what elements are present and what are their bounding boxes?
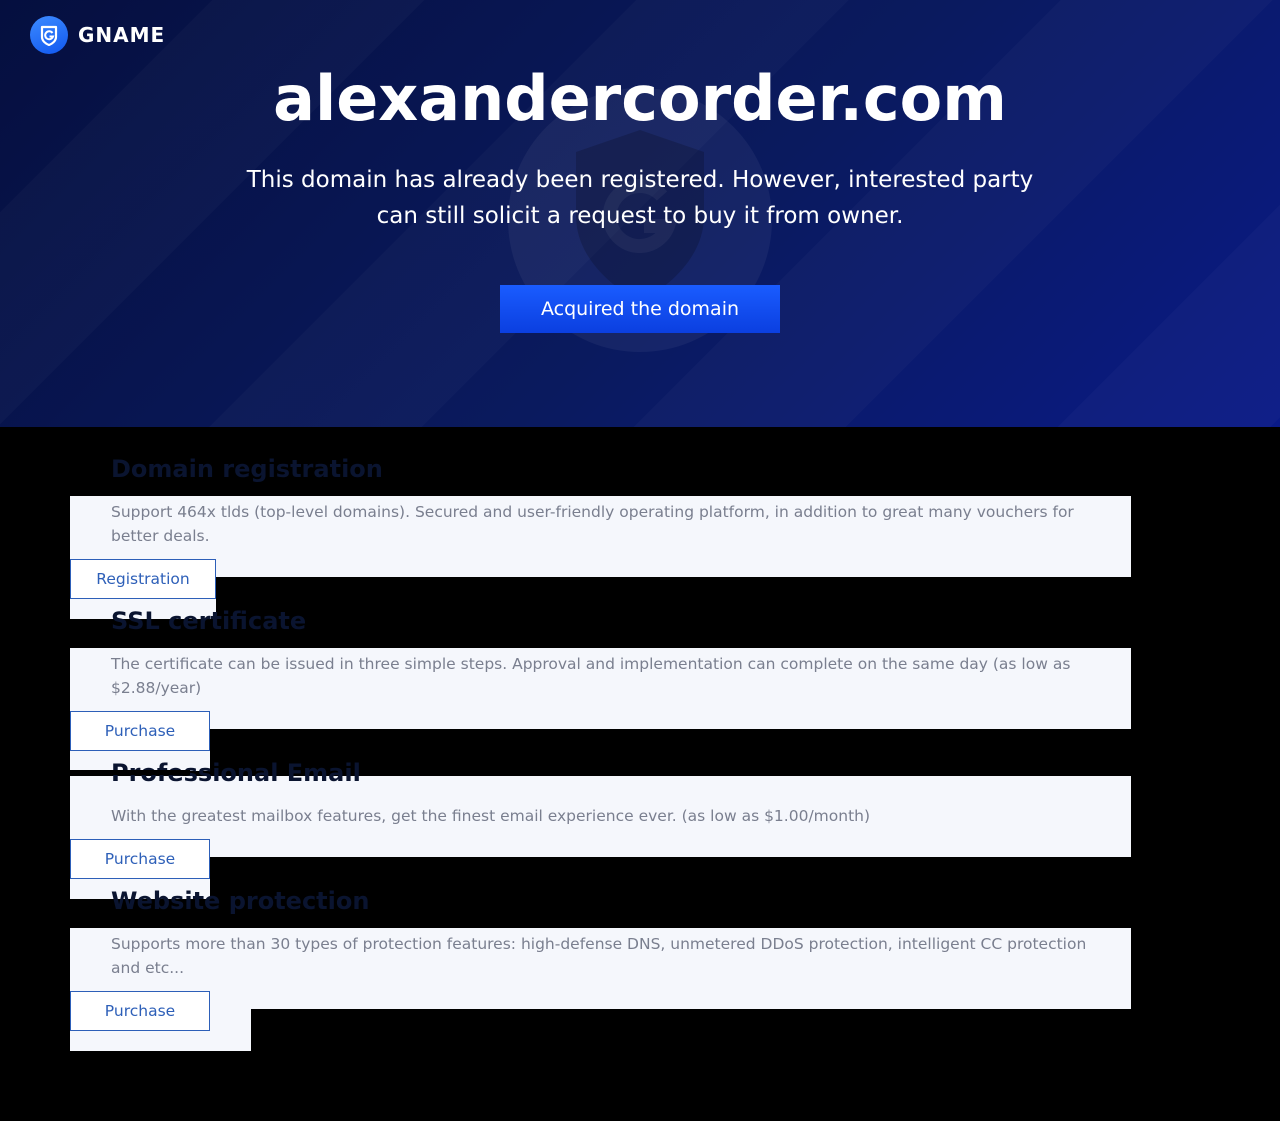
service-description: Support 464x tlds (top-level domains). S… [111,503,1074,545]
divider [70,770,190,775]
ssl-purchase-button[interactable]: Purchase [70,711,210,751]
acquire-domain-button[interactable]: Acquired the domain [500,285,780,333]
service-title: SSL certificate [111,607,307,635]
hero-banner: GNAME alexandercorder.com This domain ha… [0,0,1280,427]
protection-purchase-button[interactable]: Purchase [70,991,210,1031]
brand-logo[interactable]: GNAME [30,16,165,54]
email-purchase-button[interactable]: Purchase [70,839,210,879]
service-description: The certificate can be issued in three s… [111,655,1071,697]
domain-title: alexandercorder.com [273,62,1007,135]
domain-status-message: This domain has already been registered.… [246,167,1034,229]
service-title: Domain registration [111,455,383,483]
service-title: Website protection [111,887,370,915]
service-description: With the greatest mailbox features, get … [111,807,871,825]
brand-name: GNAME [78,23,166,47]
gname-g-logo-icon [30,16,68,54]
service-description: Supports more than 30 types of protectio… [111,935,1087,977]
registration-button[interactable]: Registration [70,559,216,599]
